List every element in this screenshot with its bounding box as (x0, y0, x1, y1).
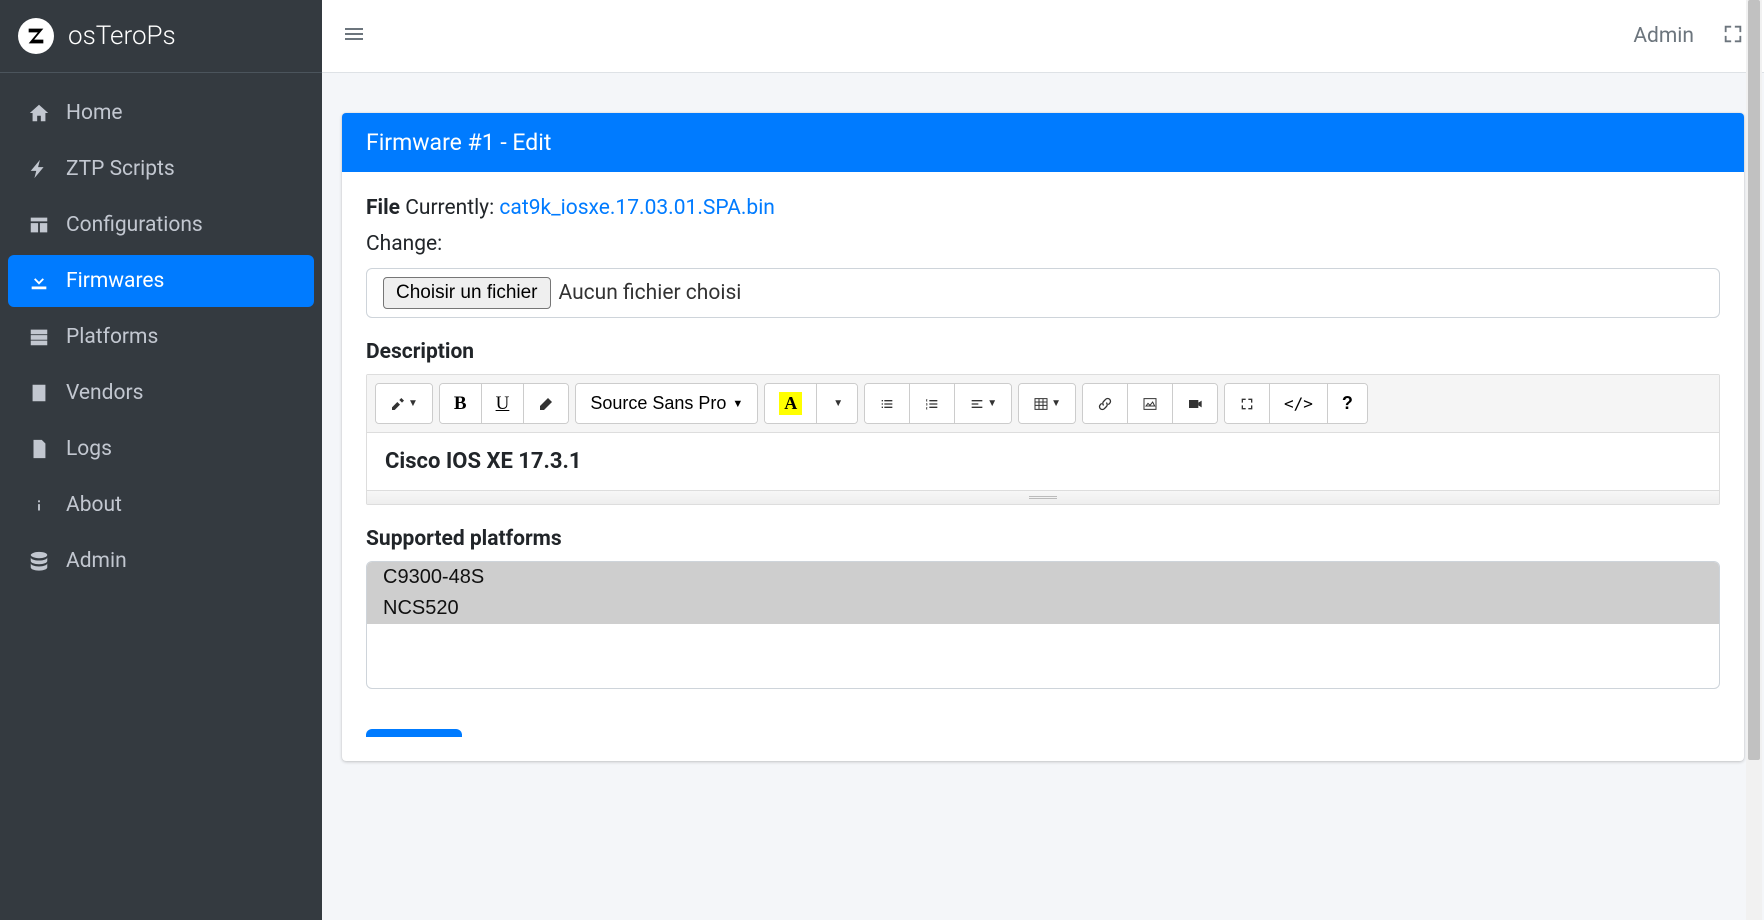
editor-table-button[interactable]: ▼ (1019, 384, 1075, 423)
sidebar-item-label: Admin (66, 549, 127, 573)
sidebar-item-label: Firmwares (66, 269, 164, 293)
currently-label: Currently: (400, 196, 499, 220)
file-status: Aucun fichier choisi (559, 281, 742, 305)
sidebar-item-platforms[interactable]: Platforms (8, 311, 314, 363)
editor-codeview-button[interactable]: </> (1270, 384, 1328, 423)
card-body: File Currently: cat9k_iosxe.17.03.01.SPA… (342, 172, 1744, 761)
bolt-icon (24, 158, 54, 180)
sidebar-item-label: Vendors (66, 381, 143, 405)
menu-toggle-icon[interactable] (342, 22, 366, 50)
brand[interactable]: osTeroPs (0, 0, 322, 73)
sidebar-item-configurations[interactable]: Configurations (8, 199, 314, 251)
sidebar-item-logs[interactable]: Logs (8, 423, 314, 475)
editor-font-color-button[interactable]: A (765, 384, 817, 423)
building-icon (24, 382, 54, 404)
brand-logo-icon (18, 18, 54, 54)
sidebar-item-ztp-scripts[interactable]: ZTP Scripts (8, 143, 314, 195)
sidebar-item-label: Home (66, 101, 123, 125)
editor-toolbar: ▼ B U Source Sans Pro▼ A (367, 375, 1719, 433)
sidebar: osTeroPs Home ZTP Scripts Configurations… (0, 0, 322, 920)
main: Admin Firmware #1 - Edit File Currently:… (322, 0, 1764, 920)
sidebar-item-label: Logs (66, 437, 112, 461)
platforms-label: Supported platforms (366, 527, 1720, 551)
table-icon (24, 214, 54, 236)
sidebar-item-label: Configurations (66, 213, 203, 237)
file-label: File (366, 196, 400, 220)
sidebar-item-label: Platforms (66, 325, 158, 349)
sidebar-item-firmwares[interactable]: Firmwares (8, 255, 314, 307)
scrollbar[interactable] (1746, 0, 1762, 920)
editor-unordered-list-button[interactable] (865, 384, 910, 423)
info-icon (24, 494, 54, 516)
platform-option[interactable]: C9300-48S (367, 562, 1719, 593)
editor-font-color-dropdown[interactable]: ▼ (817, 384, 857, 423)
editor-link-button[interactable] (1083, 384, 1128, 423)
database-icon (24, 550, 54, 572)
file-row: File Currently: cat9k_iosxe.17.03.01.SPA… (366, 196, 1720, 220)
sidebar-item-home[interactable]: Home (8, 87, 314, 139)
fullscreen-icon[interactable] (1722, 23, 1744, 49)
editor-help-button[interactable]: ? (1328, 384, 1367, 423)
card: Firmware #1 - Edit File Currently: cat9k… (342, 113, 1744, 761)
editor-font-family-select[interactable]: Source Sans Pro▼ (576, 384, 757, 423)
editor-fullscreen-button[interactable] (1225, 384, 1270, 423)
supported-platforms-select[interactable]: C9300-48S NCS520 (366, 561, 1720, 689)
choose-file-button[interactable]: Choisir un fichier (383, 277, 551, 309)
file-icon (24, 438, 54, 460)
home-icon (24, 102, 54, 124)
editor-bold-button[interactable]: B (440, 384, 482, 423)
brand-name: osTeroPs (68, 21, 176, 51)
submit-button-partial[interactable] (366, 729, 462, 737)
topbar: Admin (322, 0, 1764, 73)
scrollbar-thumb[interactable] (1748, 0, 1760, 760)
sidebar-item-vendors[interactable]: Vendors (8, 367, 314, 419)
editor-ordered-list-button[interactable] (910, 384, 955, 423)
editor-paragraph-button[interactable]: ▼ (955, 384, 1011, 423)
sidebar-item-about[interactable]: About (8, 479, 314, 531)
platform-option[interactable]: NCS520 (367, 593, 1719, 624)
editor-picture-button[interactable] (1128, 384, 1173, 423)
editor-underline-button[interactable]: U (482, 384, 525, 423)
sidebar-item-admin[interactable]: Admin (8, 535, 314, 587)
current-file-link[interactable]: cat9k_iosxe.17.03.01.SPA.bin (499, 196, 774, 220)
sidebar-item-label: ZTP Scripts (66, 157, 175, 181)
content: Firmware #1 - Edit File Currently: cat9k… (322, 73, 1764, 920)
sidebar-nav: Home ZTP Scripts Configurations Firmware… (0, 73, 322, 601)
file-picker: Choisir un fichier Aucun fichier choisi (366, 268, 1720, 318)
rich-text-editor: ▼ B U Source Sans Pro▼ A (366, 374, 1720, 505)
editor-video-button[interactable] (1173, 384, 1217, 423)
sidebar-item-label: About (66, 493, 122, 517)
editor-style-button[interactable]: ▼ (376, 384, 432, 423)
editor-eraser-button[interactable] (524, 384, 568, 423)
server-icon (24, 326, 54, 348)
description-label: Description (366, 340, 1720, 364)
card-title: Firmware #1 - Edit (342, 113, 1744, 172)
change-label: Change: (366, 232, 1720, 256)
download-icon (24, 270, 54, 292)
description-input[interactable]: Cisco IOS XE 17.3.1 (367, 433, 1719, 490)
editor-resize-handle[interactable] (367, 490, 1719, 504)
topbar-user-link[interactable]: Admin (1633, 24, 1694, 48)
